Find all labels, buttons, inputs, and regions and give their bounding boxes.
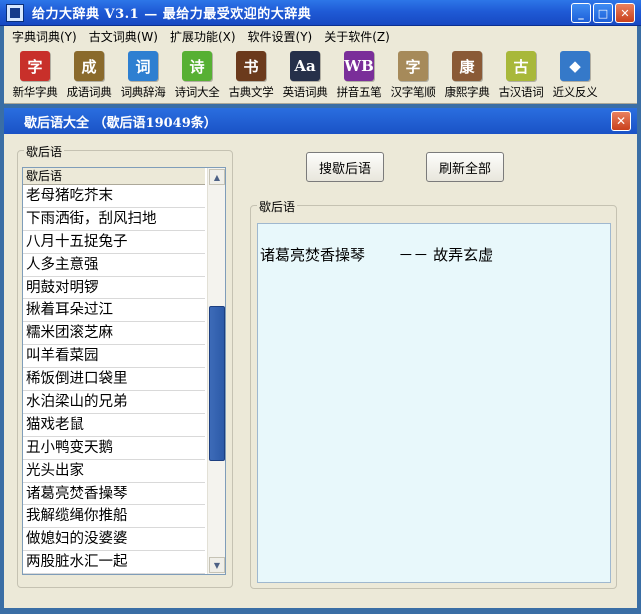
- ancient-chinese-icon: 古: [506, 51, 536, 81]
- result-textarea[interactable]: 诸葛亮焚香操琴 －－ 故弄玄虚: [257, 223, 611, 583]
- pinyin-wubi-icon: WB: [344, 51, 374, 81]
- toolbar-label: 康熙字典: [444, 85, 490, 99]
- list-item[interactable]: 叫羊看菜园: [23, 345, 205, 369]
- poetry-icon: 诗: [182, 51, 212, 81]
- list-item[interactable]: 我解缆绳你推船: [23, 505, 205, 529]
- toolbar-button-1[interactable]: 成成语词典: [62, 46, 116, 104]
- list-item[interactable]: 揪着耳朵过江: [23, 299, 205, 323]
- list-item[interactable]: 猫戏老鼠: [23, 414, 205, 437]
- toolbar-label: 英语词典: [282, 85, 328, 99]
- toolbar-button-5[interactable]: Aa 英语词典: [278, 46, 332, 104]
- toolbar-label: 古汉语词: [498, 85, 544, 99]
- toolbar-label: 古典文学: [228, 85, 274, 99]
- menu-about[interactable]: 关于软件(Z): [324, 28, 390, 45]
- menu-settings[interactable]: 软件设置(Y): [248, 28, 313, 45]
- list-scrollbar[interactable]: ▲ ▼: [207, 168, 225, 574]
- toolbar-label: 汉字笔顺: [390, 85, 436, 99]
- panel-title: 歇后语大全 （歇后语19049条）: [24, 115, 217, 131]
- kangxi-icon: 康: [452, 51, 482, 81]
- toolbar-label: 诗词大全: [174, 85, 220, 99]
- list-item[interactable]: 稀饭倒进口袋里: [23, 368, 205, 392]
- menu-bar: 字典词典(Y) 古文词典(W) 扩展功能(X) 软件设置(Y) 关于软件(Z): [4, 26, 637, 46]
- maximize-button[interactable]: □: [593, 3, 613, 23]
- toolbar-label: 近义反义: [552, 85, 598, 99]
- cihai-icon: 词: [128, 51, 158, 81]
- close-window-button[interactable]: ✕: [615, 3, 635, 23]
- toolbar-label: 新华字典: [12, 85, 58, 99]
- menu-extensions[interactable]: 扩展功能(X): [170, 28, 236, 45]
- list-item[interactable]: 八月十五捉兔子: [23, 231, 205, 254]
- window-titlebar: 给力大辞典 V3.1 — 最给力最受欢迎的大辞典 _ □ ✕: [0, 0, 641, 26]
- toolbar-button-9[interactable]: 古古汉语词: [494, 46, 548, 104]
- toolbar-button-2[interactable]: 词词典辞海: [116, 46, 170, 104]
- list-column-header[interactable]: 歇后语: [23, 168, 205, 185]
- menu-classical[interactable]: 古文词典(W): [89, 28, 158, 45]
- menu-dictionaries[interactable]: 字典词典(Y): [12, 28, 77, 45]
- list-item[interactable]: 做媳妇的没婆婆: [23, 528, 205, 552]
- list-item[interactable]: 两股脏水汇一起: [23, 551, 205, 574]
- classic-lit-icon: 书: [236, 51, 266, 81]
- minimize-button[interactable]: _: [571, 3, 591, 23]
- toolbar-button-3[interactable]: 诗诗词大全: [170, 46, 224, 104]
- list-item[interactable]: 人多主意强: [23, 254, 205, 277]
- synonym-icon: ◆: [560, 51, 590, 81]
- search-xiehouyu-button[interactable]: 搜歇后语: [306, 152, 384, 182]
- toolbar-button-10[interactable]: ◆ 近义反义: [548, 46, 602, 104]
- xiehouyu-listbox[interactable]: 歇后语 老母猪吃芥末 下雨洒街，刮风扫地 八月十五捉兔子 人多主意强 明鼓对明锣 揪着耳朵…: [22, 167, 226, 575]
- xinhua-dict-icon: 字: [20, 51, 50, 81]
- stroke-order-icon: 字: [398, 51, 428, 81]
- toolbar: 字新华字典成成语词典词词典辞海诗诗词大全书古典文学 Aa 英语词典 WB 拼音五笔字汉字…: [4, 46, 637, 104]
- toolbar-button-6[interactable]: WB 拼音五笔: [332, 46, 386, 104]
- list-item[interactable]: 老母猪吃芥末: [23, 185, 205, 208]
- list-item[interactable]: 水泊梁山的兄弟: [23, 391, 205, 414]
- refresh-all-button[interactable]: 刷新全部: [426, 152, 504, 182]
- scroll-thumb[interactable]: [209, 306, 225, 461]
- toolbar-label: 成语词典: [66, 85, 112, 99]
- panel-header: 歇后语大全 （歇后语19049条） ✕: [4, 108, 637, 134]
- toolbar-label: 拼音五笔: [336, 85, 382, 99]
- list-item[interactable]: 光头出家: [23, 460, 205, 483]
- list-group-legend: 歇后语: [24, 143, 65, 160]
- toolbar-button-7[interactable]: 字汉字笔顺: [386, 46, 440, 104]
- list-item[interactable]: 诸葛亮焚香操琴: [23, 483, 205, 506]
- toolbar-button-4[interactable]: 书古典文学: [224, 46, 278, 104]
- list-item[interactable]: 明鼓对明锣: [23, 277, 205, 300]
- app-icon: [6, 3, 24, 22]
- panel-close-button[interactable]: ✕: [611, 111, 631, 131]
- scroll-down-icon[interactable]: ▼: [209, 557, 225, 573]
- idiom-dict-icon: 成: [74, 51, 104, 81]
- window-title: 给力大辞典 V3.1 — 最给力最受欢迎的大辞典: [32, 7, 312, 22]
- english-dict-icon: Aa: [290, 51, 320, 81]
- toolbar-button-8[interactable]: 康康熙字典: [440, 46, 494, 104]
- toolbar-button-0[interactable]: 字新华字典: [8, 46, 62, 104]
- scroll-up-icon[interactable]: ▲: [209, 169, 225, 185]
- result-group-legend: 歇后语: [257, 198, 298, 215]
- list-item[interactable]: 下雨洒街，刮风扫地: [23, 208, 205, 231]
- list-item[interactable]: 糯米团滚芝麻: [23, 322, 205, 346]
- toolbar-label: 词典辞海: [120, 85, 166, 99]
- list-item[interactable]: 丑小鸭变天鹅: [23, 437, 205, 460]
